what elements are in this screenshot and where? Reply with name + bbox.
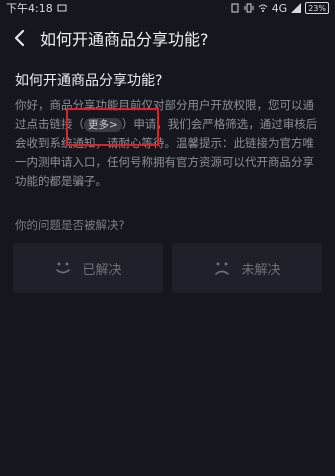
status-bar: 下午4:18 4G 23%	[0, 0, 335, 16]
feedback-prompt: 你的问题是否被解决?	[15, 218, 125, 232]
chevron-left-icon	[14, 29, 25, 47]
sim-icon	[231, 3, 239, 13]
network-type: 4G	[271, 1, 288, 15]
frown-icon	[215, 262, 230, 275]
battery-indicator: 23%	[305, 2, 329, 14]
screen: 下午4:18 4G 23% 如何开通商品分享功能? 如何开通商品分享功能? 你好…	[0, 0, 335, 476]
status-left: 下午4:18	[6, 0, 67, 16]
answer-text: 你好，商品分享功能目前仅对部分用户开放权限，您可以通过点击链接（ 更多> ）申请，我…	[15, 98, 318, 188]
solved-button[interactable]: 已解决	[13, 243, 163, 293]
solved-label: 已解决	[82, 262, 122, 278]
unsolved-button[interactable]: 未解决	[172, 243, 322, 293]
nav-bar: 如何开通商品分享功能?	[0, 18, 335, 58]
unsolved-label: 未解决	[241, 262, 281, 278]
vibrate-icon	[244, 3, 254, 13]
status-time: 下午4:18	[6, 2, 53, 15]
smile-icon	[56, 262, 71, 274]
wifi-icon	[258, 4, 268, 12]
question-heading: 如何开通商品分享功能?	[15, 73, 163, 89]
notification-icon	[57, 4, 67, 12]
back-button[interactable]	[0, 18, 40, 58]
signal-icon	[291, 3, 302, 13]
status-right: 4G 23%	[230, 2, 329, 15]
page-title: 如何开通商品分享功能?	[40, 30, 209, 49]
more-link[interactable]: 更多>	[84, 118, 122, 132]
